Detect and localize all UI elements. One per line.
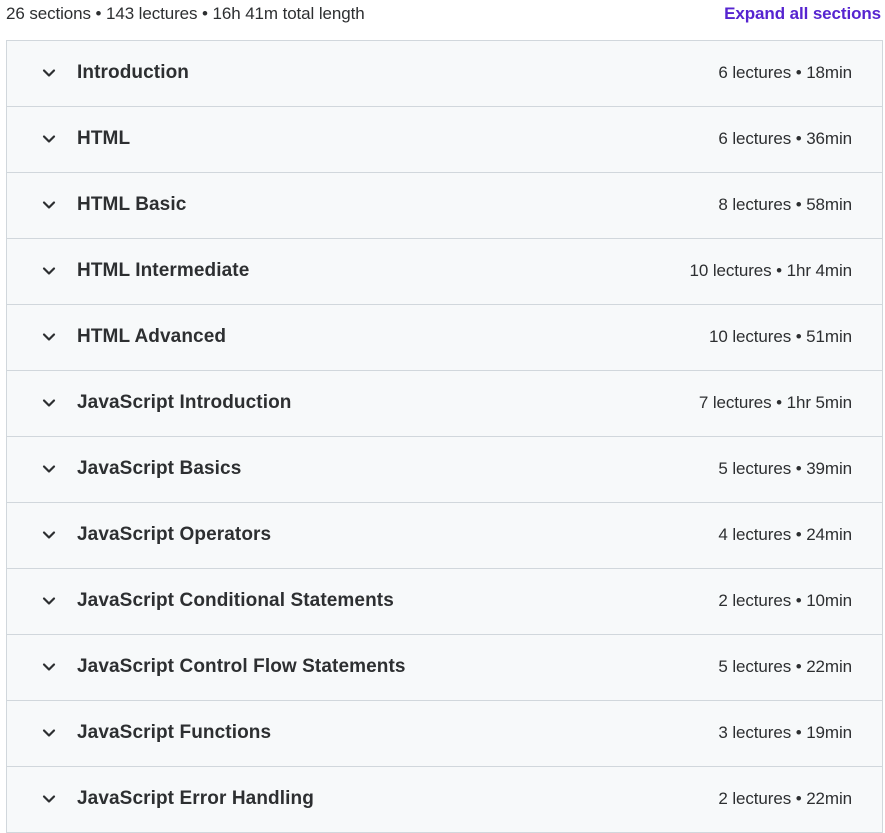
curriculum-section-header[interactable]: HTML Advanced 10 lectures • 51min	[7, 305, 882, 371]
chevron-down-icon	[41, 593, 57, 609]
chevron-down-icon	[41, 461, 57, 477]
section-title: JavaScript Conditional Statements	[77, 590, 394, 611]
section-title: JavaScript Introduction	[77, 392, 292, 413]
section-content-summary: 6 lectures • 36min	[718, 129, 852, 148]
chevron-down-icon	[41, 659, 57, 675]
section-content-summary: 2 lectures • 22min	[718, 789, 852, 808]
curriculum-section-header[interactable]: JavaScript Conditional Statements 2 lectu…	[7, 569, 882, 635]
curriculum-section-header[interactable]: JavaScript Introduction 7 lectures • 1hr …	[7, 371, 882, 437]
curriculum-section-header[interactable]: JavaScript Operators 4 lectures • 24min	[7, 503, 882, 569]
curriculum-section-header[interactable]: HTML Basic 8 lectures • 58min	[7, 173, 882, 239]
chevron-down-icon	[41, 329, 57, 345]
section-title: JavaScript Control Flow Statements	[77, 656, 406, 677]
section-content-summary: 2 lectures • 10min	[718, 591, 852, 610]
chevron-down-icon	[41, 395, 57, 411]
section-content-summary: 10 lectures • 51min	[709, 327, 852, 346]
section-title: HTML Basic	[77, 194, 187, 215]
expand-all-sections-button[interactable]: Expand all sections	[724, 4, 881, 24]
curriculum-section-header[interactable]: JavaScript Error Handling 2 lectures • 22…	[7, 767, 882, 833]
section-title: HTML	[77, 128, 131, 149]
chevron-down-icon	[41, 527, 57, 543]
curriculum-section-header[interactable]: JavaScript Functions 3 lectures • 19min	[7, 701, 882, 767]
chevron-down-icon	[41, 725, 57, 741]
chevron-down-icon	[41, 131, 57, 147]
curriculum-section-header[interactable]: HTML 6 lectures • 36min	[7, 107, 882, 173]
curriculum-section-header[interactable]: HTML Intermediate 10 lectures • 1hr 4min	[7, 239, 882, 305]
section-content-summary: 5 lectures • 22min	[718, 657, 852, 676]
curriculum-section-list: Introduction 6 lectures • 18min HTML 6 lect…	[6, 40, 883, 833]
section-content-summary: 6 lectures • 18min	[718, 63, 852, 82]
section-title: JavaScript Error Handling	[77, 788, 314, 809]
section-content-summary: 4 lectures • 24min	[718, 525, 852, 544]
section-content-summary: 5 lectures • 39min	[718, 459, 852, 478]
section-content-summary: 3 lectures • 19min	[718, 723, 852, 742]
section-content-summary: 7 lectures • 1hr 5min	[698, 393, 852, 412]
chevron-down-icon	[41, 197, 57, 213]
chevron-down-icon	[41, 263, 57, 279]
curriculum-section-header[interactable]: JavaScript Control Flow Statements 5 lect…	[7, 635, 882, 701]
section-content-summary: 8 lectures • 58min	[718, 195, 852, 214]
curriculum-section-header[interactable]: Introduction 6 lectures • 18min	[7, 41, 882, 107]
chevron-down-icon	[41, 65, 57, 81]
curriculum-section-header[interactable]: JavaScript Basics 5 lectures • 39min	[7, 437, 882, 503]
section-title: Introduction	[77, 62, 190, 83]
section-content-summary: 10 lectures • 1hr 4min	[689, 261, 853, 280]
chevron-down-icon	[41, 791, 57, 807]
section-title: JavaScript Basics	[77, 458, 242, 479]
section-title: JavaScript Functions	[77, 722, 272, 743]
curriculum-summary-text: 26 sections • 143 lectures • 16h 41m tot…	[6, 4, 365, 23]
section-title: HTML Advanced	[77, 326, 227, 347]
section-title: HTML Intermediate	[77, 260, 250, 281]
section-title: JavaScript Operators	[77, 524, 272, 545]
curriculum-summary-bar: 26 sections • 143 lectures • 16h 41m tot…	[0, 0, 885, 40]
